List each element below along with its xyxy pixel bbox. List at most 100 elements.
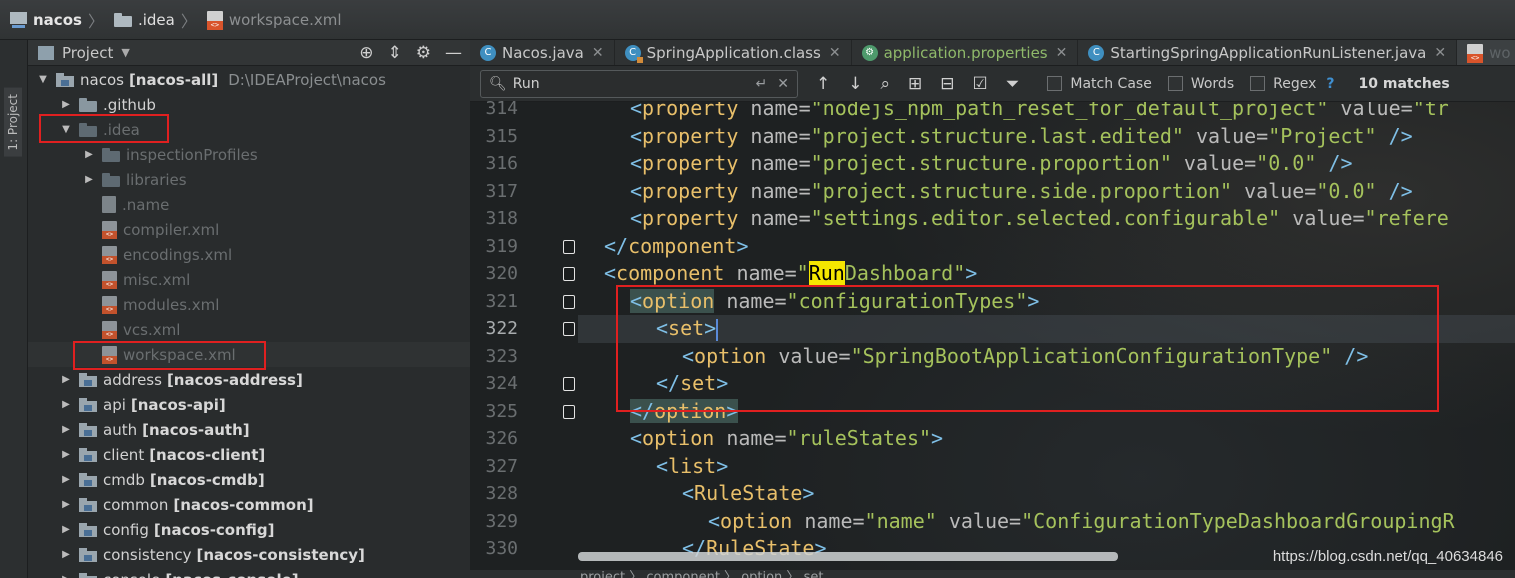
editor-tab[interactable]: wo xyxy=(1457,40,1515,65)
tree-item[interactable]: .name xyxy=(28,192,470,217)
breadcrumb-project[interactable]: nacos 〉 xyxy=(0,0,104,40)
close-tab-icon[interactable]: ✕ xyxy=(1434,45,1446,61)
project-tree: ▼ nacos [nacos-all] D:\IDEAProject\nacos ▶ .g… xyxy=(28,67,470,578)
chevron-down-icon[interactable]: ▼ xyxy=(121,46,129,59)
collapse-arrow-icon[interactable]: ▶ xyxy=(59,399,73,410)
code-line[interactable]: <property name="project.structure.propor… xyxy=(578,150,1353,178)
collapse-arrow-icon[interactable]: ▶ xyxy=(59,474,73,485)
collapse-arrow-icon[interactable]: ▶ xyxy=(59,99,73,110)
editor-tab[interactable]: ⚙ application.properties ✕ xyxy=(852,40,1079,65)
tree-item-label: misc.xml xyxy=(123,270,191,289)
remove-occurrence-icon[interactable]: ⊟ xyxy=(940,74,954,94)
regex-checkbox[interactable]: Regex ? xyxy=(1250,76,1335,92)
collapse-arrow-icon[interactable]: ▶ xyxy=(59,449,73,460)
expand-arrow-icon[interactable]: ▼ xyxy=(36,74,50,85)
editor-tab[interactable]: C SpringApplication.class ✕ xyxy=(615,40,852,65)
previous-occurrence-icon[interactable]: ↑ xyxy=(816,74,830,94)
words-checkbox[interactable]: Words xyxy=(1167,76,1234,92)
project-tool-button[interactable]: 1: Project xyxy=(4,88,22,157)
code-line[interactable]: <property name="project.structure.last.e… xyxy=(578,123,1413,151)
editor-tab[interactable]: C StartingSpringApplicationRunListener.ja… xyxy=(1078,40,1458,65)
code-line[interactable]: <option name="ruleStates"> xyxy=(578,425,943,453)
collapse-arrow-icon[interactable]: ▶ xyxy=(59,374,73,385)
new-line-icon[interactable]: ↵ xyxy=(756,76,768,92)
fold-marker-icon[interactable] xyxy=(563,377,575,391)
filter-icon[interactable]: ⏷ xyxy=(1006,74,1020,94)
tree-item[interactable]: ▶ consistency [nacos-consistency] xyxy=(28,542,470,567)
gear-icon[interactable]: ⚙ xyxy=(416,43,431,63)
code-line[interactable]: <option name="name" value="Configuration… xyxy=(578,508,1455,536)
collapse-arrow-icon[interactable]: ▶ xyxy=(59,574,73,578)
collapse-arrow-icon[interactable]: ▶ xyxy=(59,524,73,535)
attribute-name: name= xyxy=(714,426,787,450)
close-tab-icon[interactable]: ✕ xyxy=(829,45,841,61)
collapse-arrow-icon[interactable]: ▶ xyxy=(59,499,73,510)
tree-item[interactable]: modules.xml xyxy=(28,292,470,317)
search-field[interactable]: 🔍︎ Run ↵ ✕ xyxy=(480,69,798,98)
horizontal-scrollbar[interactable] xyxy=(578,552,1118,561)
fold-marker-icon[interactable] xyxy=(563,404,575,419)
module-name: [nacos-client] xyxy=(149,445,266,464)
tree-item[interactable]: ▶ auth [nacos-auth] xyxy=(28,417,470,442)
tree-item[interactable]: encodings.xml xyxy=(28,242,470,267)
select-all-occurrences-icon[interactable]: ☑ xyxy=(973,74,988,94)
line-number: 316 xyxy=(485,153,518,174)
locate-icon[interactable]: ⊕ xyxy=(359,43,373,63)
xml-breadcrumb[interactable]: project 〉 component 〉 option 〉 set xyxy=(580,570,823,578)
project-panel-title[interactable]: Project xyxy=(62,44,113,62)
tag-name: property xyxy=(642,178,739,203)
tree-item-label: auth xyxy=(103,420,138,439)
tree-item[interactable]: ▶ config [nacos-config] xyxy=(28,517,470,542)
tree-item[interactable]: ▶ address [nacos-address] xyxy=(28,367,470,392)
close-tab-icon[interactable]: ✕ xyxy=(592,45,604,61)
search-match: Run xyxy=(808,261,845,285)
match-case-checkbox[interactable]: Match Case xyxy=(1047,76,1152,92)
collapse-arrow-icon[interactable]: ▶ xyxy=(82,174,96,185)
breadcrumb-workspace[interactable]: workspace.xml xyxy=(197,0,342,40)
checkbox-box[interactable] xyxy=(1047,76,1063,91)
close-tab-icon[interactable]: ✕ xyxy=(1056,45,1068,61)
fold-marker-icon[interactable] xyxy=(563,239,575,254)
code-line[interactable]: <RuleState> xyxy=(578,480,814,508)
code-line[interactable]: <property name="settings.editor.selected… xyxy=(578,205,1449,233)
clear-icon[interactable]: ✕ xyxy=(777,76,789,92)
tree-item[interactable]: compiler.xml xyxy=(28,217,470,242)
collapse-arrow-icon[interactable]: ▶ xyxy=(82,149,96,160)
module-name: [nacos-auth] xyxy=(142,420,250,439)
checkbox-box[interactable] xyxy=(1250,76,1266,91)
tree-item[interactable]: ▼ nacos [nacos-all] D:\IDEAProject\nacos xyxy=(28,67,470,92)
find-all-icon[interactable]: ⌕ xyxy=(881,74,891,94)
attribute-name: value= xyxy=(1171,151,1257,175)
code-line[interactable]: <property name="project.structure.side.p… xyxy=(578,178,1413,206)
search-icon[interactable]: 🔍︎ xyxy=(489,76,507,92)
tree-item[interactable]: ▶ client [nacos-client] xyxy=(28,442,470,467)
tree-item[interactable]: ▶ inspectionProfiles xyxy=(28,142,470,167)
next-occurrence-icon[interactable]: ↓ xyxy=(848,74,862,94)
code-line[interactable]: <component name="RunDashboard"> xyxy=(578,260,977,288)
search-query[interactable]: Run xyxy=(513,76,746,92)
tree-item[interactable]: ▶ console [nacos-console] xyxy=(28,567,470,578)
tree-item[interactable]: misc.xml xyxy=(28,267,470,292)
collapse-arrow-icon[interactable]: ▶ xyxy=(59,424,73,435)
editor-tab[interactable]: C Nacos.java ✕ xyxy=(470,40,615,65)
breadcrumb-idea[interactable]: .idea 〉 xyxy=(104,0,197,40)
regex-help-icon[interactable]: ? xyxy=(1326,76,1334,92)
tree-item[interactable]: ▶ cmdb [nacos-cmdb] xyxy=(28,467,470,492)
hide-icon[interactable]: — xyxy=(445,43,462,63)
add-occurrence-icon[interactable]: ⊞ xyxy=(908,74,922,94)
code-line[interactable]: <property name="nodejs_npm_path_reset_fo… xyxy=(578,102,1449,123)
tree-item[interactable]: ▶ api [nacos-api] xyxy=(28,392,470,417)
fold-marker-icon[interactable] xyxy=(563,294,575,309)
editor-tab-bar: C Nacos.java ✕ C SpringApplication.class ✕ ⚙ ap… xyxy=(470,40,1515,66)
fold-marker-icon[interactable] xyxy=(563,267,575,281)
tag-bracket: > xyxy=(965,261,978,285)
collapse-all-icon[interactable]: ⇕ xyxy=(388,43,402,63)
tree-item[interactable]: ▶ libraries xyxy=(28,167,470,192)
fold-marker-icon[interactable] xyxy=(563,322,575,336)
tree-item[interactable]: vcs.xml xyxy=(28,317,470,342)
collapse-arrow-icon[interactable]: ▶ xyxy=(59,549,73,560)
checkbox-box[interactable] xyxy=(1167,76,1183,91)
tree-item[interactable]: ▶ common [nacos-common] xyxy=(28,492,470,517)
code-line[interactable]: </component> xyxy=(578,233,749,261)
code-line[interactable]: <list> xyxy=(578,453,728,481)
